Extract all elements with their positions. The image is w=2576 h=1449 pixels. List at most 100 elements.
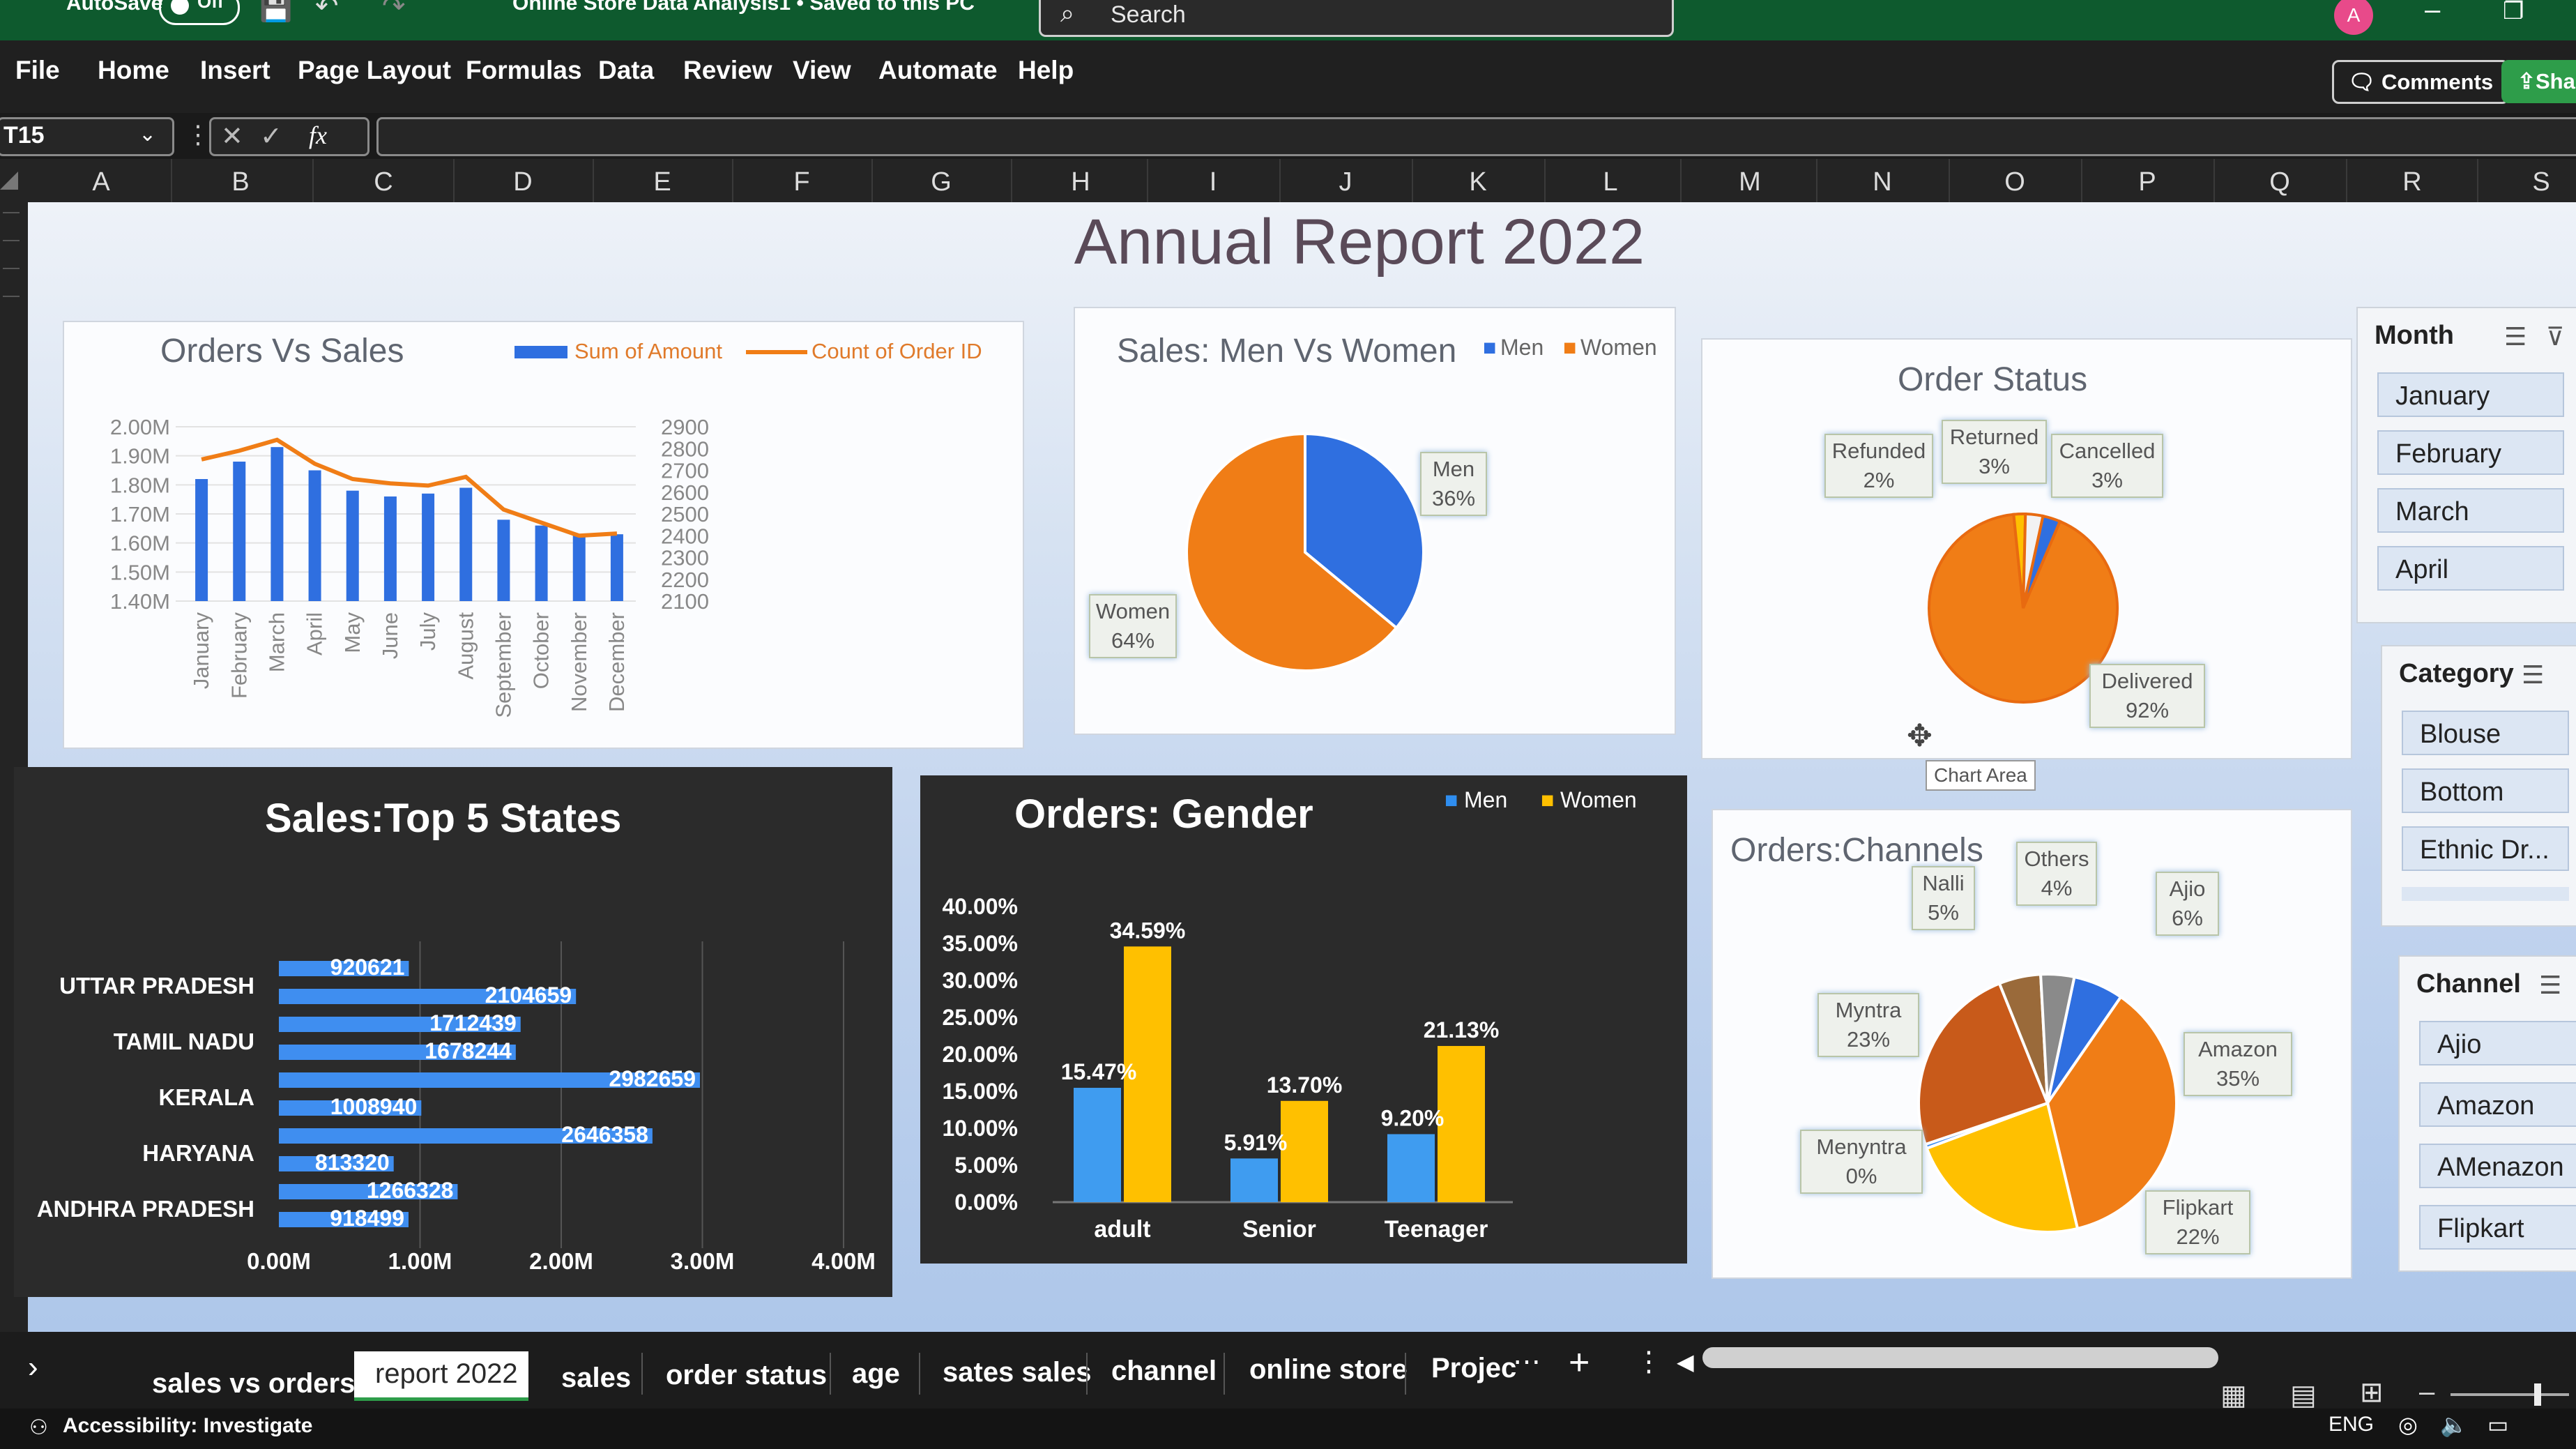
slicer-item-april[interactable]: April [2377,546,2564,591]
column-header-l[interactable]: L [1596,167,1624,197]
menu-file[interactable]: File [15,56,60,85]
column-header-f[interactable]: F [788,167,816,197]
menu-help[interactable]: Help [1018,56,1074,85]
tab-order-status[interactable]: order status [666,1360,827,1391]
menu-insert[interactable]: Insert [200,56,270,85]
cancel-icon[interactable]: ✕ [221,121,243,152]
redo-icon[interactable]: ↷ [382,0,406,22]
top-states-chart[interactable]: Sales:Top 5 States 920621 2104659 1712439 1… [14,767,892,1297]
column-header-a[interactable]: A [87,167,115,197]
document-title[interactable]: Online Store Data Analysis1 • Saved to t… [512,0,975,15]
chevron-right-icon[interactable]: › [28,1350,38,1385]
volume-icon[interactable]: 🔈 [2440,1411,2468,1438]
clear-filter-icon[interactable]: ⊽ [2546,322,2564,351]
slicer-scroll-indicator[interactable] [2402,887,2569,901]
data-label-cancelled: Cancelled 3% [2051,434,2163,498]
column-header-c[interactable]: C [369,167,397,197]
slicer-item-february[interactable]: February [2377,430,2564,475]
bar-men [1074,1088,1121,1202]
multi-select-icon[interactable]: ☰ [2504,322,2527,351]
minimize-icon[interactable]: – [2425,0,2440,26]
share-button[interactable]: ⇪Shar [2501,60,2576,103]
multi-select-icon[interactable]: ☰ [2522,660,2544,690]
column-header-d[interactable]: D [509,167,537,197]
formula-input[interactable] [376,117,2576,156]
more-tabs-icon[interactable]: ⋯ [1513,1346,1541,1378]
column-header-m[interactable]: M [1736,167,1764,197]
zoom-out-icon[interactable]: – [2419,1376,2434,1408]
orders-gender-chart[interactable]: Orders: Gender ■ Men ■ Women 40.00% 35.00… [920,775,1687,1264]
check-icon[interactable]: ✓ [260,121,282,152]
battery-icon[interactable]: ▭ [2487,1411,2508,1438]
tab-online-store[interactable]: online store [1249,1354,1408,1386]
function-icon[interactable]: fx [309,121,327,150]
more-options-icon[interactable]: ⋮ [185,120,211,149]
menu-view[interactable]: View [793,56,851,85]
slicer-item-blouse[interactable]: Blouse [2402,711,2569,755]
horizontal-scrollbar[interactable] [1702,1347,2218,1368]
page-break-view-icon[interactable]: ⊞ [2360,1376,2384,1409]
page-layout-view-icon[interactable]: ▤ [2290,1379,2317,1411]
search-box[interactable]: ⌕ Search [1039,0,1674,37]
column-header-b[interactable]: B [227,167,254,197]
tab-options-icon[interactable]: ⋮ [1635,1346,1663,1378]
slicer-item-amenazon[interactable]: AMenazon [2419,1144,2576,1188]
slicer-item-bottom[interactable]: Bottom [2402,768,2569,813]
data-label: 2646358 [561,1122,648,1147]
scroll-left-icon[interactable]: ◀ [1677,1349,1694,1375]
tab-projec[interactable]: Projec [1431,1353,1516,1384]
slicer-item-flipkart[interactable]: Flipkart [2419,1205,2576,1250]
normal-view-icon[interactable]: ▦ [2220,1379,2247,1411]
add-sheet-icon[interactable]: + [1569,1342,1590,1383]
bar-women [1281,1100,1328,1202]
save-icon[interactable]: 💾 [259,0,292,24]
column-header-e[interactable]: E [648,167,676,197]
slicer-item-amazon[interactable]: Amazon [2419,1082,2576,1127]
menu-review[interactable]: Review [683,56,772,85]
menu-data[interactable]: Data [598,56,654,85]
language-indicator[interactable]: ENG [2329,1413,2374,1436]
data-label-myntra: Myntra 23% [1817,993,1919,1057]
avatar[interactable]: A [2334,0,2373,35]
column-header-o[interactable]: O [2001,167,2029,197]
sales-men-women-chart[interactable]: Sales: Men Vs Women ■ Men ■ Women Men 36%… [1074,307,1676,735]
column-header-j[interactable]: J [1332,167,1359,197]
column-header-s[interactable]: S [2527,167,2555,197]
tab-sales[interactable]: sales [561,1363,631,1394]
column-header-p[interactable]: P [2133,167,2161,197]
undo-icon[interactable]: ↶ [315,0,339,22]
slicer-item-ethnic-dress[interactable]: Ethnic Dr... [2402,826,2569,871]
orders-channels-chart[interactable]: Orders:Channels Nalli 5% Others 4% Ajio 6% … [1712,809,2352,1279]
menu-formulas[interactable]: Formulas [466,56,582,85]
zoom-slider[interactable] [2451,1383,2569,1406]
menu-automate[interactable]: Automate [878,56,998,85]
network-icon[interactable]: ◎ [2398,1411,2418,1438]
slicer-item-march[interactable]: March [2377,488,2564,533]
tab-age[interactable]: age [852,1358,900,1390]
column-header-q[interactable]: Q [2266,167,2294,197]
orders-vs-sales-chart[interactable]: Orders Vs Sales Sum of Amount Count of O… [63,321,1024,749]
name-box[interactable]: T15 ⌄ [0,117,174,156]
tab-report-2022-active[interactable]: report 2022 [354,1351,528,1401]
comments-button[interactable]: 🗨 Comments [2332,60,2510,104]
tab-channel[interactable]: channel [1111,1356,1217,1387]
autosave-toggle[interactable]: Off [159,0,240,25]
column-header-k[interactable]: K [1464,167,1492,197]
slicer-item-january[interactable]: January [2377,372,2564,417]
menu-home[interactable]: Home [98,56,169,85]
tab-sales-vs-orders[interactable]: sales vs orders [152,1368,355,1399]
zoom-slider-thumb[interactable] [2534,1383,2541,1406]
restore-icon[interactable]: ❐ [2503,0,2524,25]
column-header-g[interactable]: G [927,167,955,197]
tab-sates-sales[interactable]: sates sales [943,1357,1092,1388]
column-header-i[interactable]: I [1199,167,1227,197]
column-header-r[interactable]: R [2398,167,2426,197]
menu-page-layout[interactable]: Page Layout [298,56,451,85]
order-status-chart[interactable]: Order Status Refunded 2% Returned 3% Cance… [1701,338,2352,759]
select-all-icon[interactable] [0,172,18,190]
multi-select-icon[interactable]: ☰ [2539,971,2561,1000]
column-header-n[interactable]: N [1868,167,1896,197]
column-header-h[interactable]: H [1067,167,1095,197]
slicer-item-ajio[interactable]: Ajio [2419,1021,2576,1065]
accessibility-status[interactable]: Accessibility: Investigate [63,1414,312,1438]
